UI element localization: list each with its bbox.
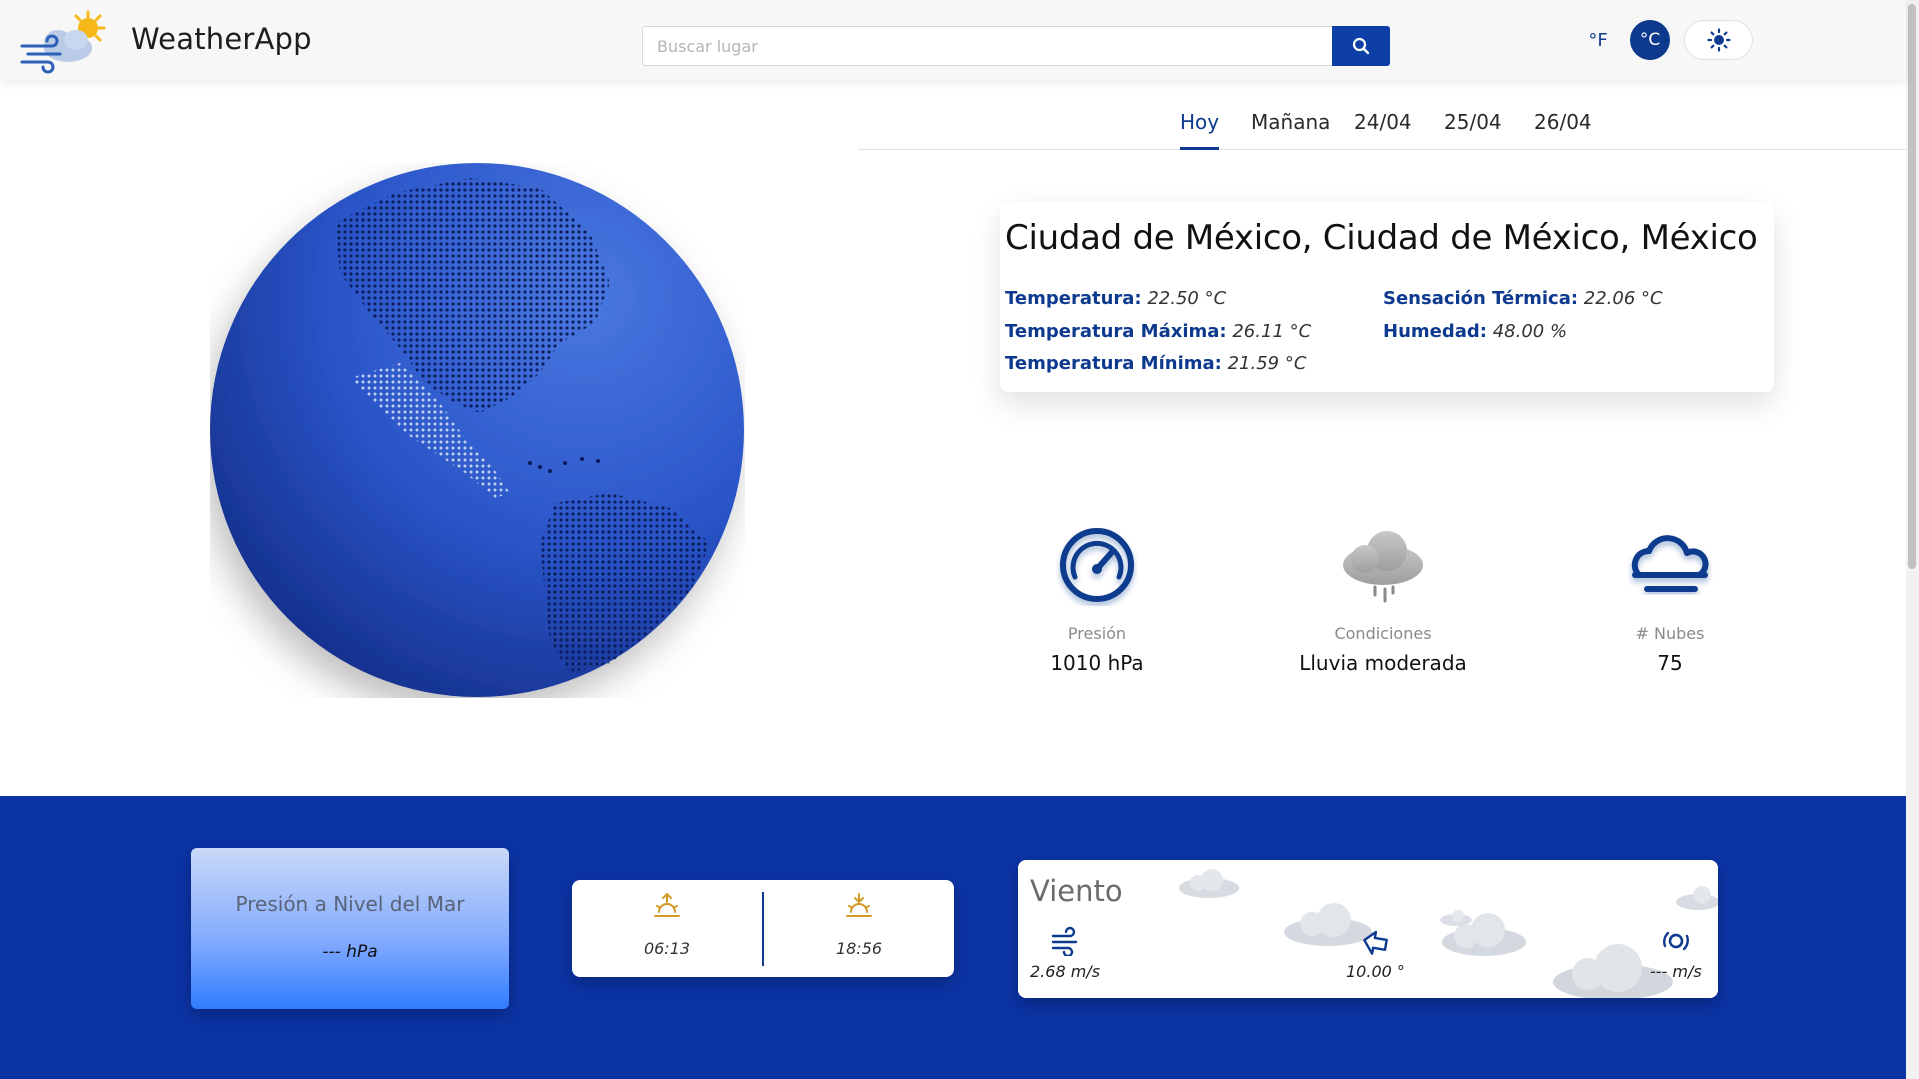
cloud-icon (1440, 910, 1472, 926)
stat-label: Humedad: (1383, 321, 1487, 342)
sun-icon (1706, 28, 1731, 52)
search-input[interactable] (642, 26, 1332, 66)
sunset: 18:56 (764, 880, 954, 977)
globe (210, 163, 745, 698)
location-title: Ciudad de México, Ciudad de México, Méxi… (1005, 218, 1758, 258)
sunset-time: 18:56 (835, 939, 883, 958)
stat-label: Temperatura Máxima: (1005, 321, 1227, 342)
wind-speed-icon (1050, 926, 1080, 958)
stat-label: Temperatura Mínima: (1005, 353, 1222, 374)
fog-cloud-icon (1540, 522, 1800, 612)
stat-value: 26.11 °C (1232, 321, 1312, 342)
sea-level-pressure-card: Presión a Nivel del Mar --- hPa (191, 848, 509, 1009)
unit-celsius-button[interactable]: °C (1630, 20, 1670, 60)
cloud-icon (1676, 886, 1718, 910)
stat-temperature-max: Temperatura Máxima: 26.11 °C (1005, 321, 1311, 342)
stat-feels-like: Sensación Térmica: 22.06 °C (1383, 288, 1663, 309)
stat-label: Temperatura: (1005, 288, 1142, 309)
gauge-icon (967, 522, 1227, 612)
theme-toggle-button[interactable] (1684, 20, 1753, 60)
stat-temperature-min: Temperatura Mínima: 21.59 °C (1005, 353, 1306, 374)
app-name: WeatherApp (131, 22, 312, 56)
stat-value: 48.00 % (1492, 321, 1568, 342)
sunrise: 06:13 (572, 880, 762, 977)
metric-label: # Nubes (1635, 624, 1705, 643)
search-button[interactable] (1332, 26, 1390, 66)
wind-gust-value: --- m/s (1650, 962, 1702, 981)
weather-logo-icon (18, 8, 114, 74)
wind-direction-value: 10.00 ° (1346, 962, 1405, 981)
cloud-icon (1179, 869, 1239, 898)
tab-24-04[interactable]: 24/04 (1354, 110, 1412, 150)
tab-hoy[interactable]: Hoy (1180, 110, 1220, 150)
wind-card: Viento 2.68 m/s 10.00 ° --- m/s (1018, 860, 1718, 998)
sunrise-icon (653, 892, 681, 920)
scrollbar-thumb[interactable] (1908, 4, 1916, 569)
sunset-icon (845, 892, 873, 920)
tab-26-04[interactable]: 26/04 (1534, 110, 1592, 150)
metric-clouds: # Nubes 75 (1540, 522, 1800, 675)
day-tabs: Hoy Mañana 24/04 25/04 26/04 (858, 110, 1906, 150)
location-card: Ciudad de México, Ciudad de México, Méxi… (1000, 202, 1774, 392)
unit-fahrenheit-button[interactable]: °F (1580, 25, 1616, 55)
stat-humidity: Humedad: 48.00 % (1383, 321, 1567, 342)
app-header: WeatherApp °F °C (0, 0, 1906, 81)
sea-level-title: Presión a Nivel del Mar (235, 892, 465, 916)
stat-label: Sensación Térmica: (1383, 288, 1579, 309)
wind-gust-icon (1661, 926, 1691, 956)
sunrise-time: 06:13 (643, 939, 691, 958)
stat-temperature: Temperatura: 22.50 °C (1005, 288, 1226, 309)
sea-level-value: --- hPa (322, 942, 378, 962)
metric-conditions: Condiciones Lluvia moderada (1253, 522, 1513, 675)
metric-label: Presión (1067, 624, 1127, 643)
metric-value: 75 (1657, 651, 1683, 675)
stat-value: 21.59 °C (1227, 353, 1307, 374)
stat-value: 22.50 °C (1147, 288, 1227, 309)
tab-manana[interactable]: Mañana (1251, 110, 1330, 150)
wind-title: Viento (1030, 874, 1123, 908)
wind-speed-value: 2.68 m/s (1030, 962, 1101, 981)
metric-value: Lluvia moderada (1299, 651, 1467, 675)
wind-direction-icon (1360, 928, 1390, 958)
stat-value: 22.06 °C (1583, 288, 1663, 309)
rain-cloud-icon (1253, 522, 1513, 612)
metric-label: Condiciones (1334, 624, 1432, 643)
metric-value: 1010 hPa (1050, 651, 1144, 675)
search-icon (1352, 37, 1370, 55)
metric-pressure: Presión 1010 hPa (967, 522, 1227, 675)
tab-25-04[interactable]: 25/04 (1444, 110, 1502, 150)
sun-times-card: 06:13 18:56 (572, 880, 954, 977)
